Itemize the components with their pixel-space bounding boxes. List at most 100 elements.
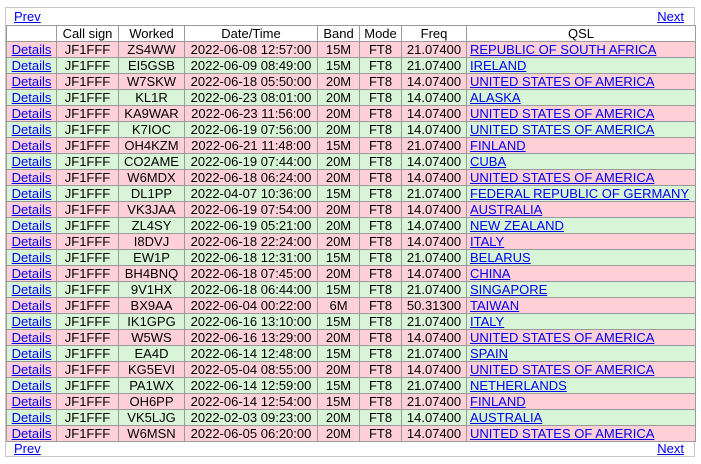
qsl-link[interactable]: AUSTRALIA — [470, 411, 542, 425]
details-cell: Details — [6, 233, 57, 250]
table-row: Details JF1FFF BH4BNQ 2022-06-18 07:45:00 20… — [6, 265, 696, 282]
call-sign-cell: JF1FFF — [56, 57, 119, 74]
details-link[interactable]: Details — [12, 283, 52, 297]
details-link[interactable]: Details — [12, 107, 52, 121]
datetime-cell: 2022-06-19 05:21:00 — [184, 217, 318, 234]
worked-cell: KA9WAR — [118, 105, 185, 122]
details-link[interactable]: Details — [12, 59, 52, 73]
table-row: Details JF1FFF VK3JAA 2022-06-19 07:54:00 20… — [6, 201, 696, 218]
qsl-link[interactable]: FINLAND — [470, 395, 526, 409]
prev-link[interactable]: Prev — [14, 9, 41, 25]
details-link[interactable]: Details — [12, 347, 52, 361]
qsl-link[interactable]: CHINA — [470, 267, 510, 281]
band-cell: 15M — [317, 345, 360, 362]
details-cell: Details — [6, 105, 57, 122]
qsl-link[interactable]: BELARUS — [470, 251, 531, 265]
qsl-link[interactable]: ITALY — [470, 235, 504, 249]
qsl-cell: UNITED STATES OF AMERICA — [466, 425, 696, 442]
details-link[interactable]: Details — [12, 123, 52, 137]
qsl-link[interactable]: REPUBLIC OF SOUTH AFRICA — [470, 43, 656, 57]
details-link[interactable]: Details — [12, 363, 52, 377]
details-link[interactable]: Details — [12, 427, 52, 441]
table-header-row: Call sign Worked Date/Time Band Mode Fre… — [6, 25, 696, 42]
band-cell: 15M — [317, 57, 360, 74]
qsl-link[interactable]: ITALY — [470, 315, 504, 329]
details-link[interactable]: Details — [12, 251, 52, 265]
qsl-link[interactable]: UNITED STATES OF AMERICA — [470, 331, 654, 345]
details-cell: Details — [6, 249, 57, 266]
freq-cell: 14.07400 — [401, 89, 467, 106]
band-cell: 20M — [317, 217, 360, 234]
next-link-bottom[interactable]: Next — [657, 441, 684, 457]
details-link[interactable]: Details — [12, 331, 52, 345]
mode-cell: FT8 — [359, 153, 402, 170]
details-link[interactable]: Details — [12, 187, 52, 201]
details-link[interactable]: Details — [12, 315, 52, 329]
qsl-link[interactable]: IRELAND — [470, 59, 526, 73]
qsl-cell: UNITED STATES OF AMERICA — [466, 73, 696, 90]
details-link[interactable]: Details — [12, 75, 52, 89]
details-cell: Details — [6, 281, 57, 298]
call-sign-cell: JF1FFF — [56, 329, 119, 346]
col-header-qsl: QSL — [466, 25, 696, 42]
qsl-link[interactable]: SPAIN — [470, 347, 508, 361]
qsl-link[interactable]: UNITED STATES OF AMERICA — [470, 171, 654, 185]
qsl-link[interactable]: AUSTRALIA — [470, 203, 542, 217]
qsl-link[interactable]: SINGAPORE — [470, 283, 547, 297]
details-link[interactable]: Details — [12, 395, 52, 409]
freq-cell: 14.07400 — [401, 169, 467, 186]
qsl-link[interactable]: CUBA — [470, 155, 506, 169]
details-link[interactable]: Details — [12, 155, 52, 169]
qsl-link[interactable]: UNITED STATES OF AMERICA — [470, 107, 654, 121]
details-link[interactable]: Details — [12, 379, 52, 393]
freq-cell: 14.07400 — [401, 153, 467, 170]
freq-cell: 14.07400 — [401, 265, 467, 282]
datetime-cell: 2022-06-21 11:48:00 — [184, 137, 318, 154]
next-link[interactable]: Next — [657, 9, 684, 25]
band-cell: 15M — [317, 393, 360, 410]
qsl-link[interactable]: UNITED STATES OF AMERICA — [470, 75, 654, 89]
table-row: Details JF1FFF CO2AME 2022-06-19 07:44:00 20… — [6, 153, 696, 170]
details-link[interactable]: Details — [12, 267, 52, 281]
call-sign-cell: JF1FFF — [56, 73, 119, 90]
table-row: Details JF1FFF BX9AA 2022-06-04 00:22:00 6M F… — [6, 297, 696, 314]
qsl-link[interactable]: ALASKA — [470, 91, 521, 105]
details-link[interactable]: Details — [12, 235, 52, 249]
datetime-cell: 2022-06-18 07:45:00 — [184, 265, 318, 282]
details-link[interactable]: Details — [12, 219, 52, 233]
qsl-link[interactable]: FEDERAL REPUBLIC OF GERMANY — [470, 187, 689, 201]
qsl-link[interactable]: FINLAND — [470, 139, 526, 153]
details-link[interactable]: Details — [12, 139, 52, 153]
band-cell: 15M — [317, 313, 360, 330]
details-cell: Details — [6, 329, 57, 346]
details-cell: Details — [6, 361, 57, 378]
details-link[interactable]: Details — [12, 411, 52, 425]
qsl-link[interactable]: UNITED STATES OF AMERICA — [470, 427, 654, 441]
freq-cell: 14.07400 — [401, 201, 467, 218]
worked-cell: W5WS — [118, 329, 185, 346]
worked-cell: BH4BNQ — [118, 265, 185, 282]
details-link[interactable]: Details — [12, 299, 52, 313]
qsl-link[interactable]: UNITED STATES OF AMERICA — [470, 363, 654, 377]
call-sign-cell: JF1FFF — [56, 217, 119, 234]
details-cell: Details — [6, 57, 57, 74]
freq-cell: 14.07400 — [401, 105, 467, 122]
table-row: Details JF1FFF OH4KZM 2022-06-21 11:48:00 15… — [6, 137, 696, 154]
details-cell: Details — [6, 137, 57, 154]
prev-link-bottom[interactable]: Prev — [14, 441, 41, 457]
qsl-link[interactable]: NETHERLANDS — [470, 379, 567, 393]
details-link[interactable]: Details — [12, 171, 52, 185]
qsl-link[interactable]: UNITED STATES OF AMERICA — [470, 123, 654, 137]
details-link[interactable]: Details — [12, 43, 52, 57]
freq-cell: 21.07400 — [401, 41, 467, 58]
details-link[interactable]: Details — [12, 91, 52, 105]
details-cell: Details — [6, 377, 57, 394]
band-cell: 15M — [317, 137, 360, 154]
details-link[interactable]: Details — [12, 203, 52, 217]
qsl-link[interactable]: NEW ZEALAND — [470, 219, 564, 233]
band-cell: 15M — [317, 185, 360, 202]
qsl-link[interactable]: TAIWAN — [470, 299, 519, 313]
call-sign-cell: JF1FFF — [56, 393, 119, 410]
qsl-cell: CHINA — [466, 265, 696, 282]
qsl-cell: TAIWAN — [466, 297, 696, 314]
